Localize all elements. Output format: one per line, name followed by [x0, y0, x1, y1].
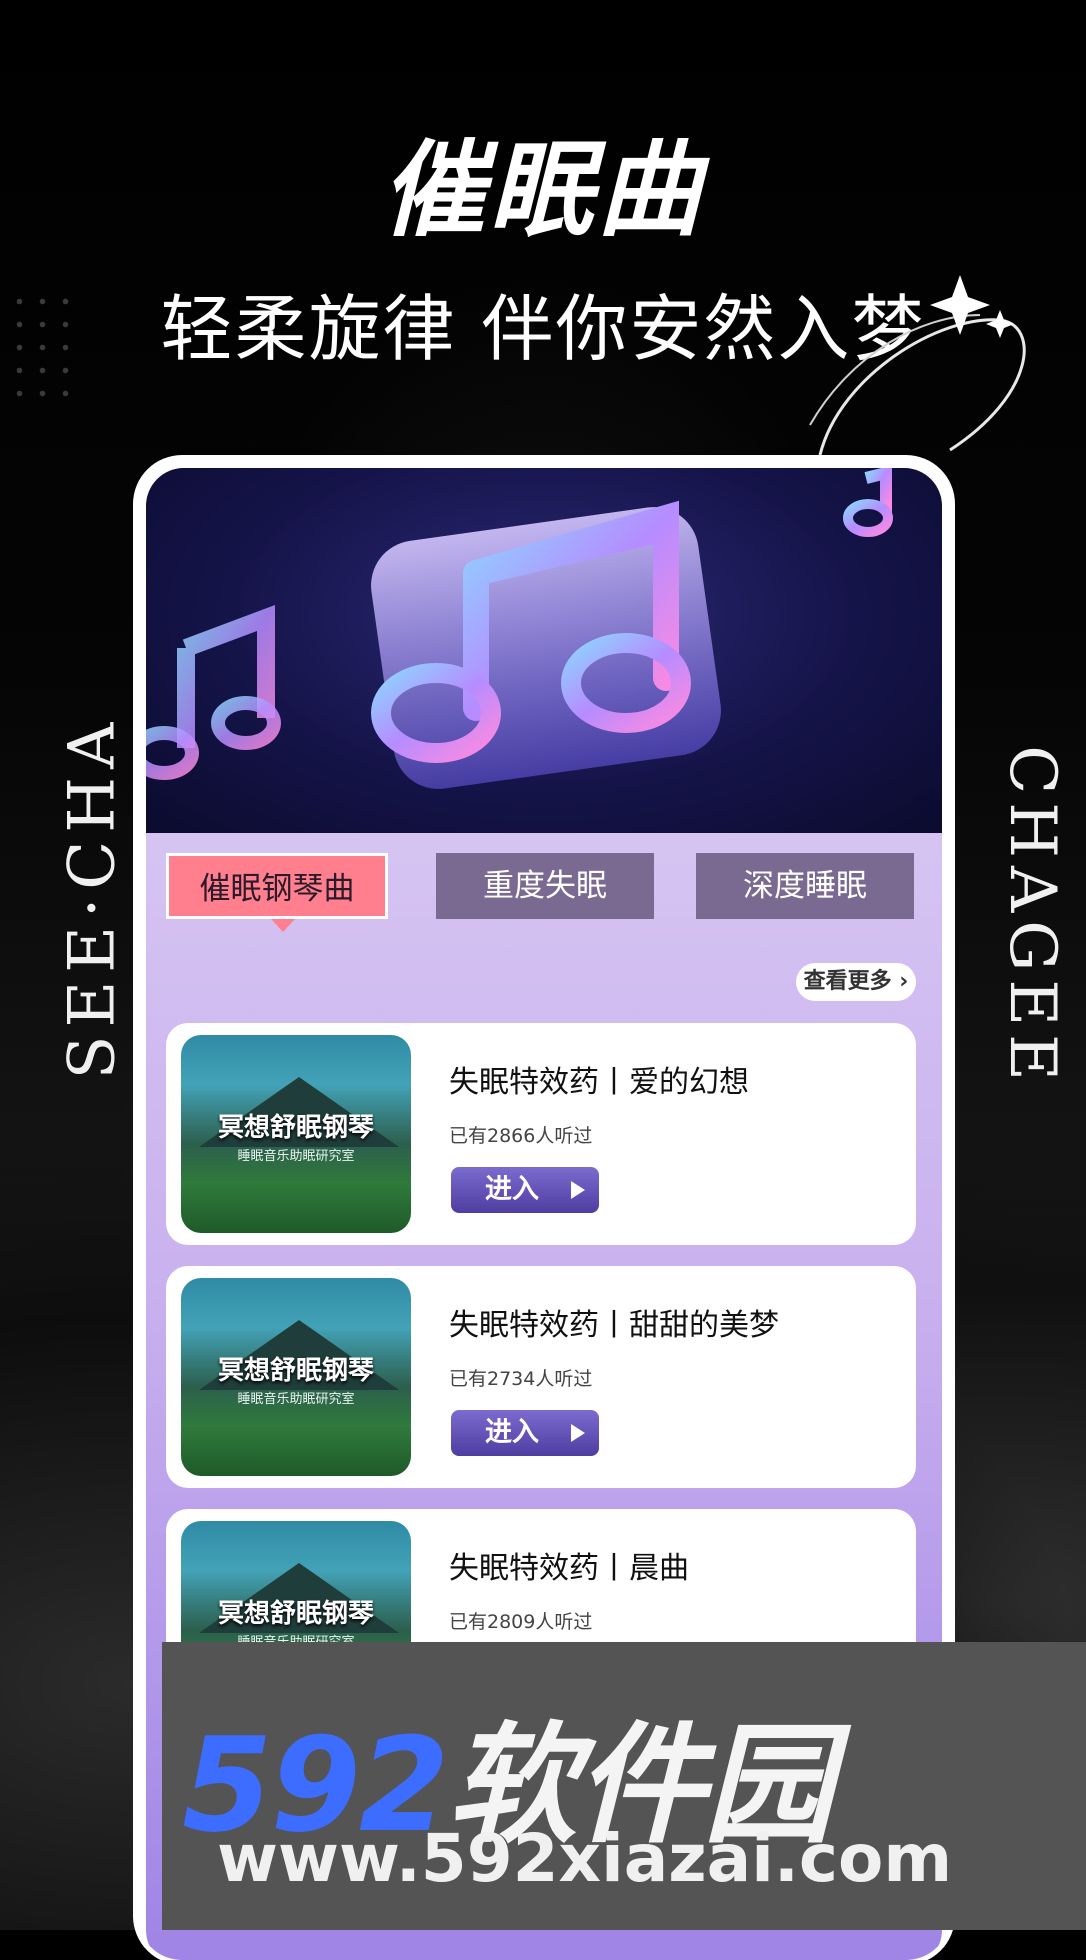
track-title: 失眠特效药丨甜甜的美梦 [449, 1308, 779, 1343]
play-arrow-icon [571, 1181, 585, 1199]
sparkle-swirl-icon [809, 275, 1026, 456]
thumbnail-caption: 冥想舒眠钢琴 [217, 1599, 374, 1629]
enter-label: 进入 [485, 1174, 539, 1205]
listen-count: 已有2734人听过 [449, 1368, 593, 1390]
active-tab-pointer [271, 919, 295, 932]
side-text-right: CHAGEE [994, 745, 1069, 1089]
listen-count: 已有2809人听过 [449, 1611, 593, 1633]
tab-severe-insomnia[interactable]: 重度失眠 [436, 853, 654, 919]
enter-button[interactable]: 进入 [451, 1410, 599, 1456]
tab-deep-sleep[interactable]: 深度睡眠 [696, 853, 914, 919]
music-note-icon [146, 468, 893, 789]
side-text-left: SEE·CHA [55, 714, 130, 1080]
view-more-link[interactable]: 查看更多 › [796, 963, 916, 1001]
track-thumbnail: 冥想舒眠钢琴 睡眠音乐助眠研究室 [181, 1035, 411, 1233]
track-title: 失眠特效药丨晨曲 [449, 1551, 689, 1586]
category-tabs: 催眠钢琴曲 重度失眠 深度睡眠 [166, 853, 926, 932]
enter-label: 进入 [485, 1417, 539, 1448]
enter-button[interactable]: 进入 [451, 1167, 599, 1213]
track-card[interactable]: 冥想舒眠钢琴 睡眠音乐助眠研究室 失眠特效药丨爱的幻想 已有2866人听过 进入 [166, 1023, 916, 1245]
thumbnail-caption: 冥想舒眠钢琴 [217, 1356, 374, 1386]
track-thumbnail: 冥想舒眠钢琴 睡眠音乐助眠研究室 [181, 1278, 411, 1476]
thumbnail-subcaption: 睡眠音乐助眠研究室 [237, 1149, 355, 1164]
music-banner [146, 468, 942, 833]
listen-count: 已有2866人听过 [449, 1125, 593, 1147]
track-card[interactable]: 冥想舒眠钢琴 睡眠音乐助眠研究室 失眠特效药丨甜甜的美梦 已有2734人听过 进… [166, 1266, 916, 1488]
thumbnail-subcaption: 睡眠音乐助眠研究室 [237, 1392, 355, 1407]
site-watermark: 592软件园 www.592xiazai.com [162, 1642, 1086, 1930]
track-title: 失眠特效药丨爱的幻想 [449, 1065, 749, 1100]
view-more-label: 查看更多 [803, 969, 892, 994]
watermark-url: www.592xiazai.com [217, 1820, 953, 1897]
thumbnail-caption: 冥想舒眠钢琴 [217, 1113, 374, 1143]
play-arrow-icon [571, 1424, 585, 1442]
tab-hypnosis-piano[interactable]: 催眠钢琴曲 [166, 853, 388, 919]
promo-title: 催眠曲 [380, 129, 705, 251]
